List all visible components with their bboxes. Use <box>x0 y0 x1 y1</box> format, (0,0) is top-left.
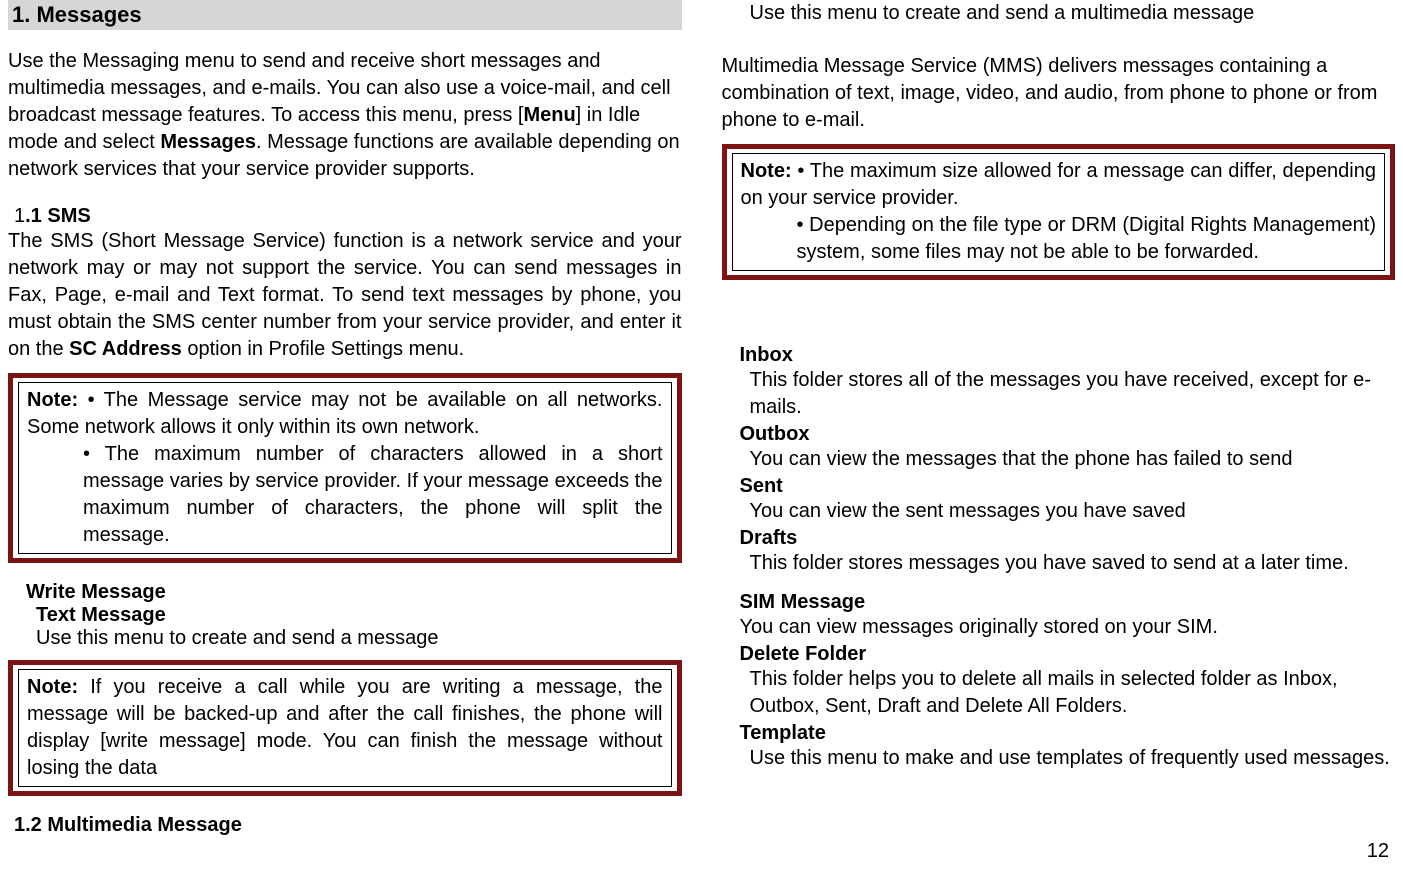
note-box-sms: Note: • The Message service may not be a… <box>8 373 682 563</box>
folder-drafts: Drafts This folder stores messages you h… <box>740 527 1396 577</box>
text-message-desc: Use this menu to create and send a messa… <box>36 627 682 650</box>
folder-outbox: Outbox You can view the messages that th… <box>740 423 1396 473</box>
folder-template: Template Use this menu to make and use t… <box>740 722 1396 772</box>
right-column: Use this menu to create and send a multi… <box>722 0 1396 837</box>
menu-word: Menu <box>523 104 575 126</box>
note-label: Note: <box>27 389 78 411</box>
sc-address: SC Address <box>69 338 182 360</box>
page-number: 12 <box>1367 840 1389 863</box>
section-title-messages: 1. Messages <box>8 0 682 30</box>
folder-inbox: Inbox This folder stores all of the mess… <box>740 344 1396 421</box>
note-bullet-2: • The maximum number of characters allow… <box>83 441 663 549</box>
mms-paragraph: Multimedia Message Service (MMS) deliver… <box>722 53 1396 134</box>
folder-delete: Delete Folder This folder helps you to d… <box>740 643 1396 720</box>
left-column: 1. Messages Use the Messaging menu to se… <box>8 0 682 837</box>
note-box-call: Note: If you receive a call while you ar… <box>8 660 682 796</box>
note-box-mms: Note: • The maximum size allowed for a m… <box>722 144 1396 280</box>
folder-sent: Sent You can view the sent messages you … <box>740 475 1396 525</box>
mm-desc: Use this menu to create and send a multi… <box>750 2 1396 25</box>
note-label: Note: <box>741 160 792 182</box>
write-message-heading: Write Message <box>26 581 682 604</box>
multimedia-message-heading: 1.2 Multimedia Message <box>14 814 682 837</box>
text-message-heading: Text Message <box>36 604 682 627</box>
folder-sim: SIM Message You can view messages origin… <box>740 591 1396 641</box>
note-label: Note: <box>27 676 78 698</box>
intro-paragraph: Use the Messaging menu to send and recei… <box>8 48 682 183</box>
sms-body: The SMS (Short Message Service) function… <box>8 228 682 363</box>
sms-heading: 1.1 SMS <box>14 205 682 228</box>
note-bullet-2: • Depending on the file type or DRM (Dig… <box>797 212 1377 266</box>
messages-word: Messages <box>160 131 256 153</box>
